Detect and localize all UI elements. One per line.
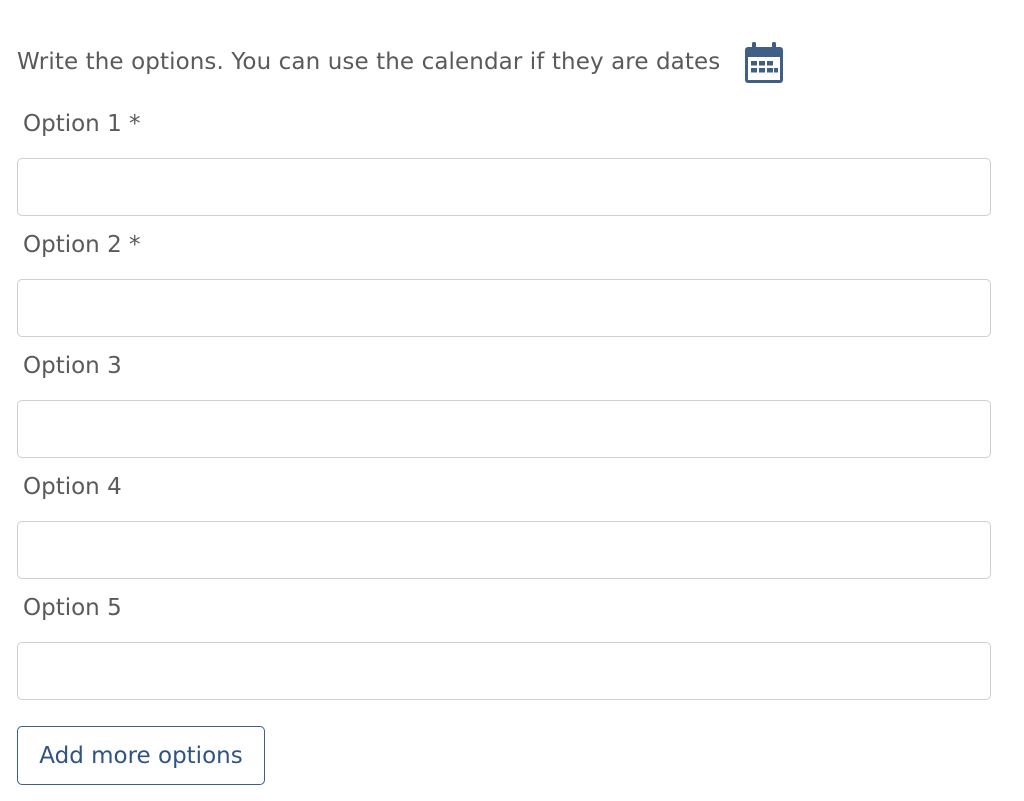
instructions-row: Write the options. You can use the calen… — [17, 40, 720, 84]
option-2-input[interactable] — [17, 279, 991, 337]
add-more-options-button[interactable]: Add more options — [17, 726, 265, 785]
option-5-label: Option 5 — [23, 595, 122, 621]
option-1-label: Option 1 * — [23, 111, 141, 137]
option-2-label: Option 2 * — [23, 232, 141, 258]
option-3-label: Option 3 — [23, 353, 122, 379]
options-form: Write the options. You can use the calen… — [0, 0, 1024, 801]
option-3-input[interactable] — [17, 400, 991, 458]
option-1-input[interactable] — [17, 158, 991, 216]
option-4-label: Option 4 — [23, 474, 122, 500]
calendar-icon — [745, 42, 783, 83]
option-5-input[interactable] — [17, 642, 991, 700]
calendar-button[interactable] — [744, 42, 784, 84]
option-4-input[interactable] — [17, 521, 991, 579]
instructions-text: Write the options. You can use the calen… — [17, 49, 721, 75]
